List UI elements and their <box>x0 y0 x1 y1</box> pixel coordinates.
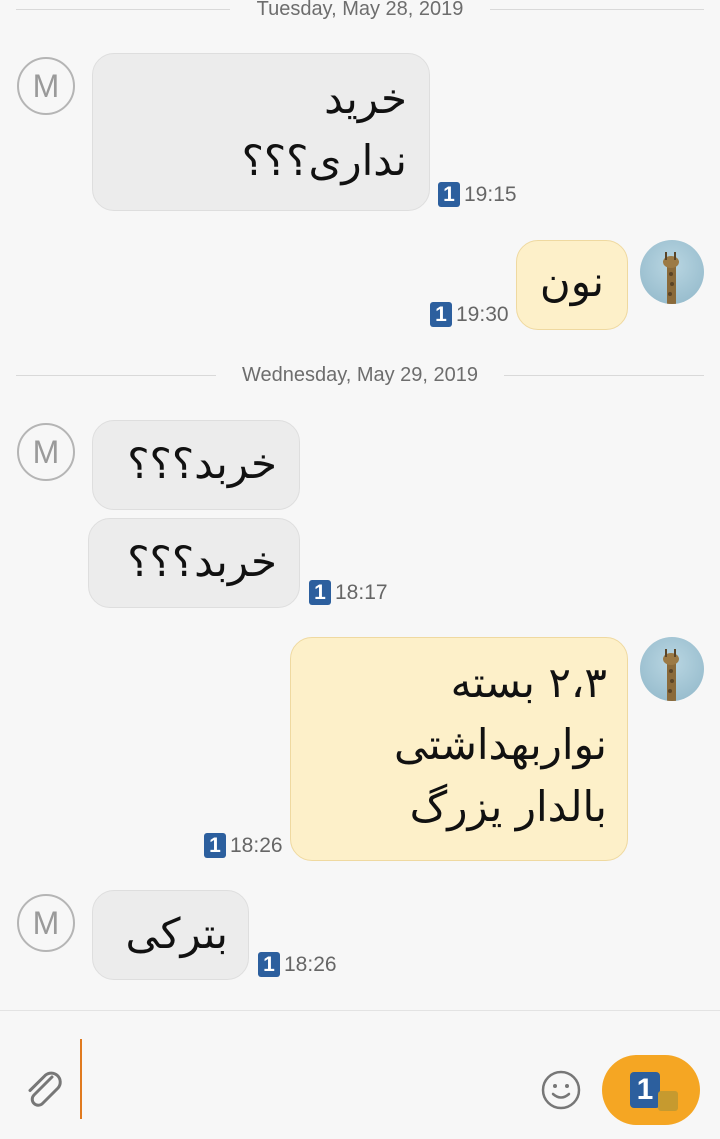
sim1-icon: 1 <box>258 952 280 977</box>
date-separator: Tuesday, May 28, 2019 <box>16 0 704 22</box>
message-time: 18:26 <box>284 952 337 976</box>
message-text: خربد؟؟؟ <box>127 439 277 488</box>
contact-avatar[interactable]: M <box>17 894 75 952</box>
message-time: 18:26 <box>230 833 283 857</box>
avatar-initial: M <box>32 67 60 104</box>
sim1-icon: 1 <box>204 833 226 858</box>
message-bubble-incoming[interactable]: خرید نداری؟؟؟ <box>92 53 430 211</box>
user-avatar[interactable] <box>640 240 704 304</box>
message-bubble-incoming[interactable]: بترکی <box>92 890 249 980</box>
message-meta: 1 19:30 <box>430 302 509 327</box>
message-text: بترکی <box>125 909 228 958</box>
message-text: نواربهداشتی <box>394 720 607 769</box>
user-avatar[interactable] <box>640 637 704 701</box>
message-text: بالدار یزرگ <box>409 782 607 831</box>
message-composer: 1 <box>0 1010 720 1139</box>
message-input[interactable] <box>80 1039 82 1119</box>
message-time: 18:17 <box>335 580 388 604</box>
message-bubble-incoming[interactable]: خربد؟؟؟ <box>92 420 300 510</box>
sim1-send-icon: 1 <box>630 1072 660 1108</box>
avatar-initial: M <box>32 433 60 470</box>
message-meta: 1 18:26 <box>204 833 283 858</box>
message-bubble-outgoing[interactable]: نون <box>516 240 628 330</box>
sim1-icon: 1 <box>438 182 460 207</box>
message-text: خربد؟؟؟ <box>127 537 277 586</box>
avatar-initial: M <box>32 904 60 941</box>
message-bubble-outgoing[interactable]: ۲،۳ بسته نواربهداشتی بالدار یزرگ <box>290 637 628 861</box>
contact-avatar[interactable]: M <box>17 57 75 115</box>
message-time: 19:15 <box>464 182 517 206</box>
message-meta: 1 18:26 <box>258 952 337 977</box>
sim1-icon: 1 <box>309 580 331 605</box>
sim1-icon: 1 <box>430 302 452 327</box>
message-meta: 1 19:15 <box>438 182 517 207</box>
message-text: نون <box>539 257 605 306</box>
send-button[interactable]: 1 <box>602 1055 700 1125</box>
contact-avatar[interactable]: M <box>17 423 75 481</box>
message-meta: 1 18:17 <box>309 580 388 605</box>
message-time: 19:30 <box>456 302 509 326</box>
phone-icon <box>658 1091 678 1111</box>
giraffe-avatar-icon <box>663 252 679 304</box>
date-label: Tuesday, May 28, 2019 <box>256 0 464 20</box>
message-text: ۲،۳ بسته <box>450 658 607 707</box>
paperclip-icon[interactable] <box>22 1067 66 1111</box>
giraffe-avatar-icon <box>663 649 679 701</box>
smiley-icon[interactable] <box>540 1069 582 1111</box>
message-bubble-incoming[interactable]: خربد؟؟؟ <box>88 518 300 608</box>
date-separator: Wednesday, May 29, 2019 <box>16 364 704 388</box>
message-text: نداری؟؟؟ <box>241 136 407 185</box>
message-text: خرید <box>324 74 407 123</box>
